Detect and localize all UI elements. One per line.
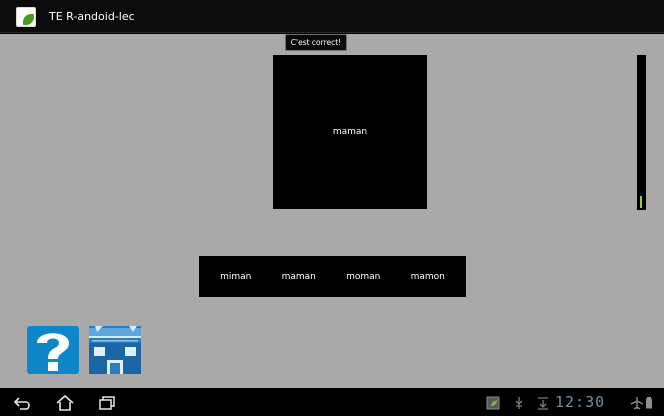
app-title: TE R-andoid-lec [49, 10, 135, 23]
home-button[interactable] [89, 326, 141, 374]
choice-option-3[interactable]: moman [342, 266, 384, 288]
target-word: maman [332, 127, 368, 137]
choice-bar: miman maman moman mamon [199, 256, 466, 297]
help-button[interactable] [27, 326, 79, 374]
feedback-toast: C'est correct! [285, 34, 347, 51]
usb-icon [515, 397, 523, 409]
progress-level-bar [637, 55, 646, 210]
house-icon [89, 326, 141, 374]
status-clock: 12:30 [555, 393, 606, 411]
recent-apps-icon[interactable] [96, 394, 118, 412]
choice-option-1[interactable]: miman [216, 266, 255, 288]
question-mark-icon [37, 333, 69, 371]
word-card: maman [273, 55, 427, 209]
download-icon [538, 397, 548, 410]
home-icon[interactable] [54, 394, 76, 412]
progress-level-fill [640, 196, 642, 208]
system-navigation-bar: 12:30 [0, 390, 664, 416]
choice-option-2[interactable]: maman [278, 266, 320, 288]
battery-icon [646, 397, 652, 409]
notification-app-icon[interactable] [486, 396, 500, 410]
title-bar: TE R-andoid-lec [0, 0, 664, 33]
choice-option-4[interactable]: mamon [407, 266, 449, 288]
app-icon [16, 7, 36, 27]
back-icon[interactable] [12, 394, 34, 412]
airplane-mode-icon [630, 397, 644, 410]
